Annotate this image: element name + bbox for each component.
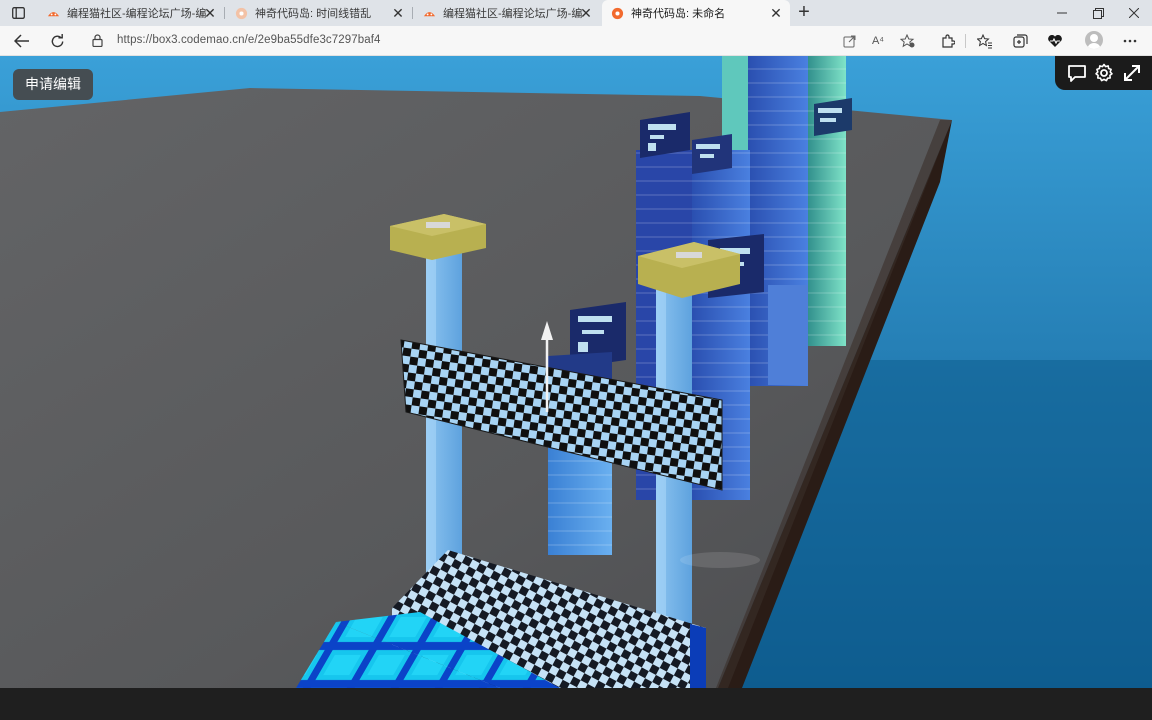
request-edit-button[interactable]: 申请编辑 xyxy=(13,69,93,100)
water-reflection xyxy=(680,552,760,568)
code-block xyxy=(640,112,690,158)
more-icon[interactable] xyxy=(1118,29,1142,53)
fullscreen-icon[interactable] xyxy=(1121,62,1143,84)
star-add-icon[interactable] xyxy=(898,32,916,50)
box3-icon xyxy=(235,7,248,19)
tab-box3-untitled[interactable]: 神奇代码岛: 未命名 ✕ xyxy=(602,0,790,26)
settings-gear-icon[interactable] xyxy=(1093,62,1115,84)
close-icon[interactable]: ✕ xyxy=(390,5,406,21)
box3-icon xyxy=(611,7,624,19)
extensions-button[interactable] xyxy=(935,29,959,53)
close-icon[interactable]: ✕ xyxy=(202,5,218,21)
cyan-tile-edge xyxy=(690,624,706,688)
tab-title: 编程猫社区-编程论坛广场-编程猫 xyxy=(67,8,207,20)
3d-scene[interactable] xyxy=(0,56,1152,688)
chat-icon[interactable] xyxy=(1066,62,1088,84)
close-window-button[interactable] xyxy=(1116,0,1152,26)
url-text[interactable]: https://box3.codemao.cn/e/2e9ba55dfe3c72… xyxy=(117,34,381,46)
new-tab-button[interactable]: + xyxy=(792,2,816,23)
code-block xyxy=(692,134,732,174)
game-viewport[interactable]: 申请编辑 xyxy=(0,56,1152,688)
tab-title: 编程猫社区-编程论坛广场-编程猫 xyxy=(443,8,583,20)
taskbar xyxy=(0,688,1152,720)
browser-toolbar: https://box3.codemao.cn/e/2e9ba55dfe3c72… xyxy=(0,26,1152,56)
tab-box3-timeline[interactable]: 神奇代码岛: 时间线错乱 ✕ xyxy=(226,0,413,26)
profile-avatar[interactable] xyxy=(1085,31,1103,49)
tab-codemao-community-2[interactable]: 编程猫社区-编程论坛广场-编程猫 ✕ xyxy=(414,0,600,26)
tab-title: 神奇代码岛: 未命名 xyxy=(631,8,726,20)
editor-top-toolbar xyxy=(1055,56,1152,90)
minimize-button[interactable] xyxy=(1044,0,1080,26)
heart-icon[interactable] xyxy=(1043,29,1067,53)
codemao-community-icon xyxy=(47,11,60,16)
toolbar-divider xyxy=(965,34,966,48)
open-in-app-icon[interactable] xyxy=(840,32,858,50)
collections-button[interactable] xyxy=(1008,29,1032,53)
tab-codemao-community-1[interactable]: 编程猫社区-编程论坛广场-编程猫 ✕ xyxy=(38,0,225,26)
browser-tab-strip: 编程猫社区-编程论坛广场-编程猫 ✕ 神奇代码岛: 时间线错乱 ✕ 编程猫社区-… xyxy=(0,0,1152,26)
tab-divider xyxy=(224,7,225,19)
close-icon[interactable]: ✕ xyxy=(578,5,594,21)
refresh-button[interactable] xyxy=(45,29,69,53)
close-icon[interactable]: ✕ xyxy=(768,5,784,21)
tab-actions-icon[interactable] xyxy=(8,4,28,22)
tab-divider xyxy=(412,7,413,19)
restore-button[interactable] xyxy=(1080,0,1116,26)
code-block xyxy=(814,98,852,136)
address-bar[interactable]: https://box3.codemao.cn/e/2e9ba55dfe3c72… xyxy=(80,29,926,53)
tab-title: 神奇代码岛: 时间线错乱 xyxy=(255,8,372,20)
lock-icon[interactable] xyxy=(92,34,103,47)
blue-column xyxy=(768,285,808,385)
back-button[interactable] xyxy=(10,29,34,53)
favorites-button[interactable] xyxy=(973,29,997,53)
codemao-community-icon xyxy=(423,11,436,16)
read-aloud-icon[interactable]: A⁴ xyxy=(869,32,887,50)
